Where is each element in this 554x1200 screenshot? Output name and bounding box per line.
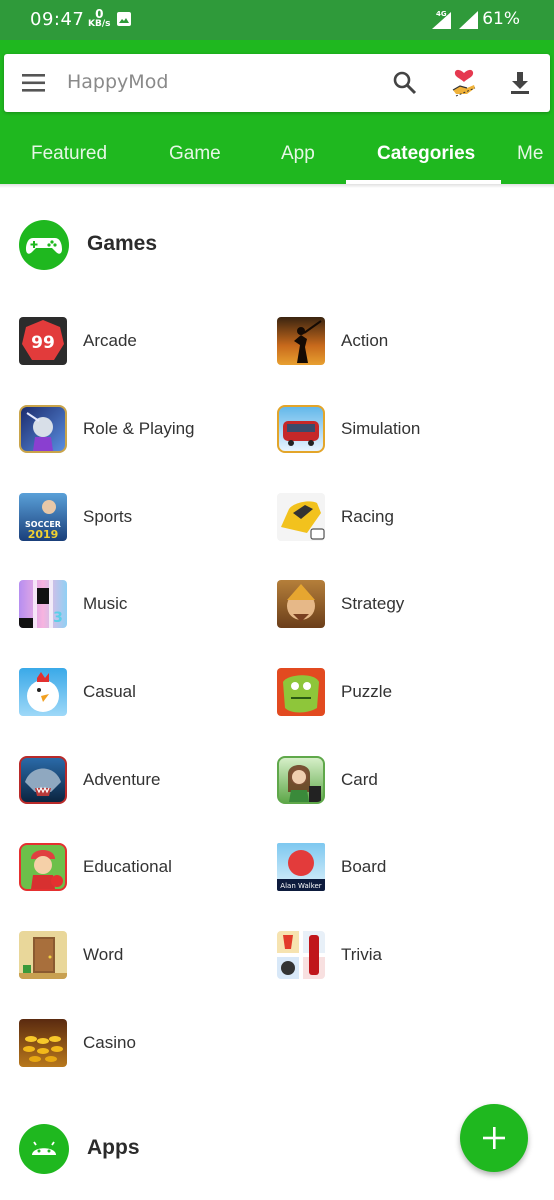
- arcade-icon: 99: [19, 317, 67, 365]
- tab-categories[interactable]: Categories: [377, 143, 475, 165]
- category-label: Word: [83, 945, 124, 964]
- category-card[interactable]: Card: [277, 756, 527, 806]
- category-puzzle[interactable]: Puzzle: [277, 668, 527, 718]
- educational-icon: [19, 843, 67, 891]
- strategy-icon: [277, 580, 325, 628]
- category-casino[interactable]: Casino: [19, 1019, 269, 1069]
- word-icon: [19, 931, 67, 979]
- games-section-title: Games: [87, 232, 158, 255]
- category-label: Strategy: [341, 594, 405, 613]
- apps-section-icon: [19, 1124, 69, 1174]
- signal-4g-icon: [432, 12, 451, 29]
- menu-icon[interactable]: [22, 73, 46, 93]
- status-bar: 09:47 0 KB/s 4G 61%: [0, 0, 554, 40]
- android-icon: [32, 1141, 56, 1155]
- apps-section-title: Apps: [87, 1136, 140, 1159]
- category-simulation[interactable]: Simulation: [277, 405, 527, 455]
- app-bar-shadow: [0, 184, 554, 188]
- category-label: Sports: [83, 507, 133, 526]
- card-icon: [277, 756, 325, 804]
- category-board[interactable]: Alan Walker Board: [277, 843, 527, 893]
- search-input[interactable]: HappyMod: [67, 71, 168, 93]
- gamepad-icon: [26, 238, 62, 254]
- action-icon: [277, 317, 325, 365]
- sports-icon: SOCCER 2019: [19, 493, 67, 541]
- category-action[interactable]: Action: [277, 317, 527, 367]
- tab-app[interactable]: App: [281, 143, 315, 165]
- puzzle-icon: [277, 668, 325, 716]
- category-label: Role & Playing: [83, 419, 195, 438]
- category-label: Arcade: [83, 331, 137, 350]
- category-racing[interactable]: Racing: [277, 493, 527, 543]
- category-adventure[interactable]: Adventure: [19, 756, 269, 806]
- category-music[interactable]: 3 Music: [19, 580, 269, 630]
- category-word[interactable]: Word: [19, 931, 269, 981]
- simulation-icon: [277, 405, 325, 453]
- status-time: 09:47: [30, 9, 85, 30]
- category-label: Card: [341, 770, 378, 789]
- plus-icon: [483, 1127, 505, 1149]
- category-educational[interactable]: Educational: [19, 843, 269, 893]
- category-label: Music: [83, 594, 128, 613]
- adventure-icon: [19, 756, 67, 804]
- category-strategy[interactable]: Strategy: [277, 580, 527, 630]
- battery-level: 61%: [482, 9, 520, 29]
- category-role-playing[interactable]: Role & Playing: [19, 405, 269, 455]
- casino-icon: [19, 1019, 67, 1067]
- sports-icon-year: 2019: [28, 528, 59, 541]
- category-arcade[interactable]: 99 Arcade: [19, 317, 269, 367]
- signal-icon: [459, 11, 478, 29]
- casual-icon: [19, 668, 67, 716]
- racing-icon: [277, 493, 325, 541]
- arcade-icon-text: 99: [31, 333, 55, 353]
- trivia-icon: [277, 931, 325, 979]
- search-bar[interactable]: HappyMod: [4, 54, 550, 112]
- favorite-hand-heart-icon[interactable]: [450, 68, 478, 98]
- svg-text:3: 3: [53, 610, 63, 626]
- category-label: Educational: [83, 857, 172, 876]
- category-trivia[interactable]: Trivia: [277, 931, 527, 981]
- tab-game[interactable]: Game: [169, 143, 221, 165]
- category-label: Casino: [83, 1033, 136, 1052]
- download-icon[interactable]: [509, 70, 531, 96]
- role-playing-icon: [19, 405, 67, 453]
- category-label: Racing: [341, 507, 394, 526]
- category-label: Action: [341, 331, 389, 350]
- games-section-icon: [19, 220, 69, 270]
- network-speed: 0 KB/s: [88, 8, 110, 29]
- category-label: Adventure: [83, 770, 161, 789]
- category-label: Casual: [83, 682, 136, 701]
- tab-me[interactable]: Me: [517, 143, 543, 165]
- board-icon-text: Alan Walker: [280, 882, 322, 890]
- category-label: Board: [341, 857, 387, 876]
- category-label: Simulation: [341, 419, 421, 438]
- network-speed-unit: KB/s: [88, 19, 111, 29]
- search-icon[interactable]: [392, 70, 418, 96]
- add-fab-button[interactable]: [460, 1104, 528, 1172]
- category-label: Puzzle: [341, 682, 393, 701]
- category-casual[interactable]: Casual: [19, 668, 269, 718]
- tab-featured[interactable]: Featured: [31, 143, 107, 165]
- image-notification-icon: [117, 12, 131, 26]
- music-icon: 3: [19, 580, 67, 628]
- board-icon: Alan Walker: [277, 843, 325, 891]
- category-label: Trivia: [341, 945, 382, 964]
- category-sports[interactable]: SOCCER 2019 Sports: [19, 493, 269, 543]
